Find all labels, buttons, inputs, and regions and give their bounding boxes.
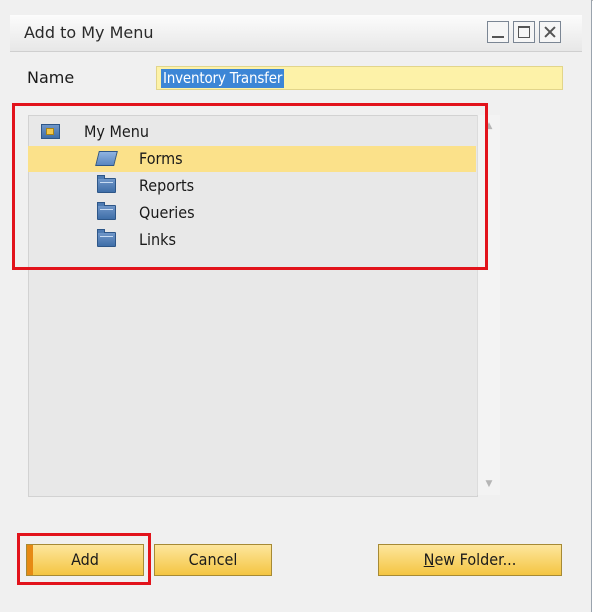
name-label: Name <box>27 68 75 87</box>
name-input[interactable]: Inventory Transfer <box>156 66 563 90</box>
cancel-button-label: Cancel <box>188 550 238 569</box>
minimize-button[interactable] <box>487 21 509 43</box>
window-title: Add to My Menu <box>24 23 154 42</box>
add-button-highlight-box <box>17 533 151 585</box>
new-folder-mnemonic: N <box>423 550 435 569</box>
new-folder-label: ew Folder... <box>434 550 517 569</box>
add-to-my-menu-dialog: Add to My Menu Name Inventory Transfer ▲… <box>0 0 592 612</box>
close-button[interactable] <box>539 21 561 43</box>
new-folder-button[interactable]: New Folder... <box>378 544 562 576</box>
name-input-value: Inventory Transfer <box>161 69 285 88</box>
maximize-button[interactable] <box>513 21 535 43</box>
title-bar[interactable]: Add to My Menu <box>10 15 582 52</box>
tree-highlight-box <box>12 103 488 270</box>
scroll-down-arrow-icon[interactable]: ▼ <box>478 473 500 495</box>
cancel-button[interactable]: Cancel <box>154 544 272 576</box>
